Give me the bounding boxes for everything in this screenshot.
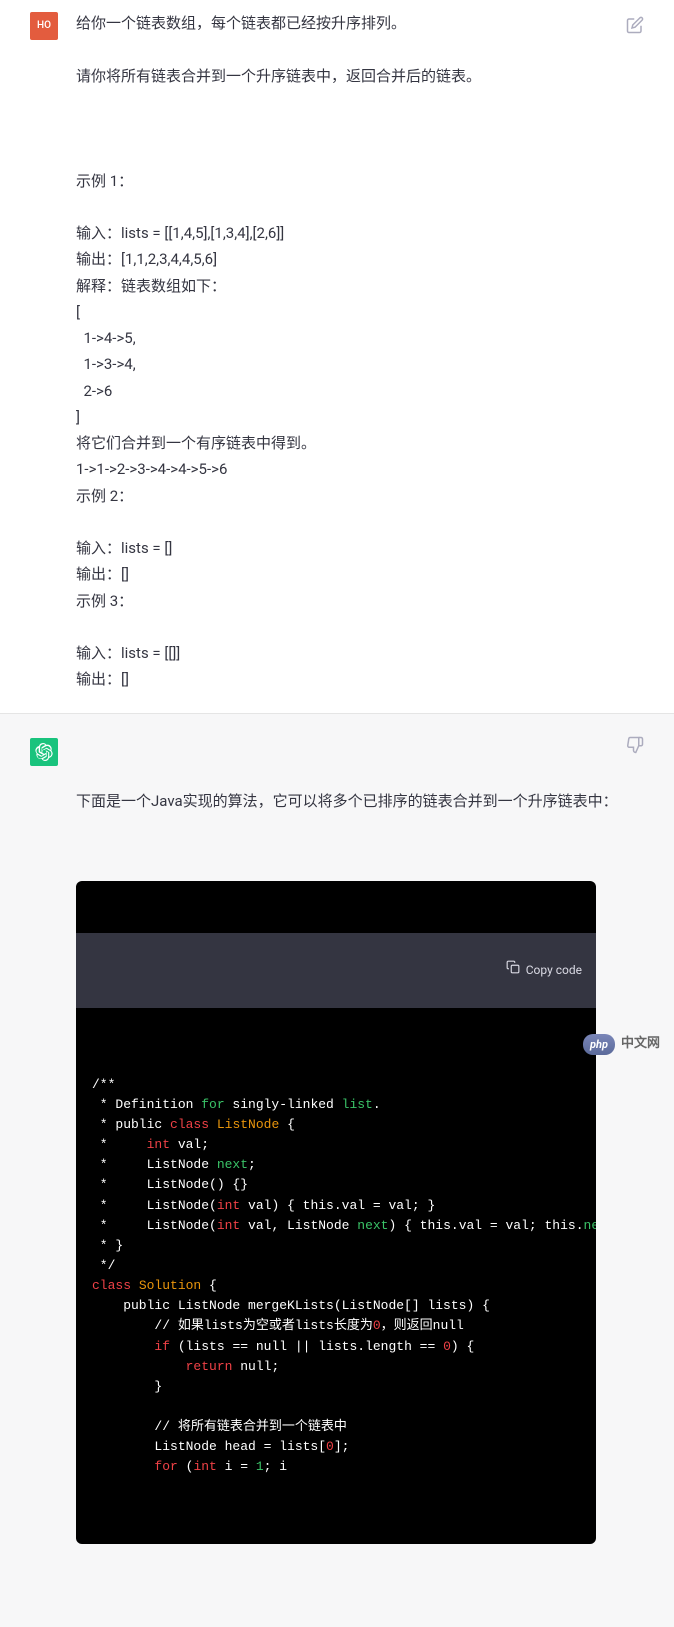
assistant-actions: [626, 736, 644, 754]
site-watermark: php 中文网: [583, 1033, 660, 1056]
user-message-content: 给你一个链表数组，每个链表都已经按升序排列。 请你将所有链表合并到一个升序链表中…: [76, 10, 654, 693]
code-body: /** * Definition for singly-linked list.…: [76, 1061, 596, 1492]
code-header[interactable]: Copy code: [76, 933, 596, 1008]
watermark-text: 中文网: [621, 1033, 660, 1056]
user-actions: [626, 16, 644, 34]
assistant-message-content: 下面是一个Java实现的算法，它可以将多个已排序的链表合并到一个升序链表中： C…: [76, 736, 654, 1597]
assistant-intro: 下面是一个Java实现的算法，它可以将多个已排序的链表合并到一个升序链表中：: [76, 788, 654, 814]
copy-icon[interactable]: [476, 939, 520, 1002]
code-block: Copy code /** * Definition for singly-li…: [76, 881, 596, 1544]
copy-code-label[interactable]: Copy code: [526, 960, 582, 981]
assistant-avatar: [30, 738, 58, 766]
edit-icon[interactable]: [626, 16, 644, 34]
watermark-pill: php: [583, 1034, 615, 1055]
user-avatar: HO: [30, 12, 58, 40]
avatar-text: HO: [37, 17, 51, 35]
thumbs-down-icon[interactable]: [626, 736, 644, 754]
assistant-message: 下面是一个Java实现的算法，它可以将多个已排序的链表合并到一个升序链表中： C…: [0, 713, 674, 1627]
user-message: HO 给你一个链表数组，每个链表都已经按升序排列。 请你将所有链表合并到一个升序…: [0, 0, 674, 713]
